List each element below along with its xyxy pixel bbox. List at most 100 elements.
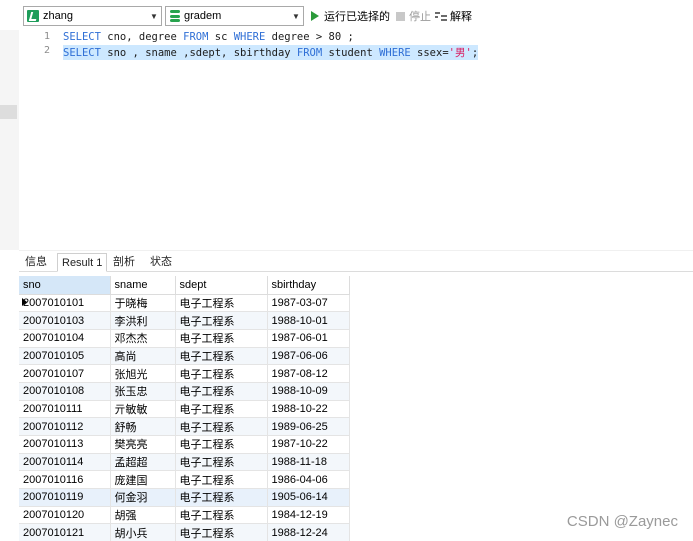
cell-sno[interactable]: 2007010104 <box>19 329 111 348</box>
cell-sdept[interactable]: 电子工程系 <box>175 506 268 525</box>
cell-sdept[interactable]: 电子工程系 <box>175 347 268 366</box>
stop-label: 停止 <box>409 11 431 23</box>
line-number: 2 <box>43 45 50 56</box>
cell-sdept[interactable]: 电子工程系 <box>175 417 268 436</box>
column-header-sdept[interactable]: sdept <box>175 276 268 295</box>
sql-text: ssex= <box>410 47 449 59</box>
code-line[interactable]: SELECT cno, degree FROM sc WHERE degree … <box>63 31 354 43</box>
cell-sdept[interactable]: 电子工程系 <box>175 382 268 401</box>
cell-sbirthday[interactable]: 1987-06-06 <box>267 347 350 366</box>
sql-keyword: FROM <box>183 31 209 43</box>
cell-sbirthday[interactable]: 1987-08-12 <box>267 364 350 383</box>
table-row[interactable]: 2007010119 何金羽 电子工程系 1905-06-14 <box>19 488 350 507</box>
cell-sname[interactable]: 张玉忠 <box>110 382 176 401</box>
cell-sbirthday[interactable]: 1989-06-25 <box>267 417 350 436</box>
run-selected-button[interactable]: 运行已选择的 <box>311 8 390 24</box>
cell-sno[interactable]: 2007010114 <box>19 453 111 472</box>
cell-sname[interactable]: 舒畅 <box>110 417 176 436</box>
cell-sdept[interactable]: 电子工程系 <box>175 400 268 419</box>
cell-sdept[interactable]: 电子工程系 <box>175 523 268 541</box>
sql-keyword: SELECT <box>63 47 101 59</box>
sql-text: 80 <box>328 31 342 43</box>
cell-sno[interactable]: 2007010112 <box>19 417 111 436</box>
cell-sdept[interactable]: 电子工程系 <box>175 435 268 454</box>
cell-sbirthday[interactable]: 1987-10-22 <box>267 435 350 454</box>
cell-sbirthday[interactable]: 1987-06-01 <box>267 329 350 348</box>
cell-sno[interactable]: 2007010113 <box>19 435 111 454</box>
cell-sname[interactable]: 高尚 <box>110 347 176 366</box>
cell-sname[interactable]: 李洪利 <box>110 311 176 330</box>
cell-sname[interactable]: 亓敏敏 <box>110 400 176 419</box>
cell-sbirthday[interactable]: 1987-03-07 <box>267 294 350 313</box>
explain-button[interactable]: 解释 <box>435 8 472 24</box>
table-row[interactable]: 2007010104 邓杰杰 电子工程系 1987-06-01 <box>19 329 350 348</box>
cell-sno[interactable]: 2007010111 <box>19 400 111 419</box>
cell-sname[interactable]: 邓杰杰 <box>110 329 176 348</box>
table-row[interactable]: 2007010111 亓敏敏 电子工程系 1988-10-22 <box>19 400 350 419</box>
sql-text: sc <box>208 31 234 43</box>
table-row[interactable]: 2007010107 张旭光 电子工程系 1987-08-12 <box>19 364 350 383</box>
cell-sdept[interactable]: 电子工程系 <box>175 364 268 383</box>
cell-sno[interactable]: 2007010119 <box>19 488 111 507</box>
table-row[interactable]: 2007010101 于晓梅 电子工程系 1987-03-07 <box>19 294 350 313</box>
cell-sno[interactable]: 2007010120 <box>19 506 111 525</box>
cell-sno[interactable]: 2007010107 <box>19 364 111 383</box>
chevron-down-icon[interactable]: ▼ <box>289 7 303 25</box>
stop-icon <box>396 11 405 21</box>
tab-status[interactable]: 状态 <box>146 253 176 272</box>
table-row[interactable]: 2007010121 胡小兵 电子工程系 1988-12-24 <box>19 523 350 541</box>
column-header-sname[interactable]: sname <box>110 276 176 295</box>
cell-sdept[interactable]: 电子工程系 <box>175 311 268 330</box>
code-line-selected[interactable]: SELECT sno , sname ,sdept, sbirthday FRO… <box>63 45 479 60</box>
stop-button[interactable]: 停止 <box>396 8 431 24</box>
table-row[interactable]: 2007010114 孟超超 电子工程系 1988-11-18 <box>19 453 350 472</box>
cell-sdept[interactable]: 电子工程系 <box>175 453 268 472</box>
column-header-sbirthday[interactable]: sbirthday <box>267 276 350 295</box>
cell-sno[interactable]: 2007010108 <box>19 382 111 401</box>
cell-sbirthday[interactable]: 1984-12-19 <box>267 506 350 525</box>
table-row[interactable]: 2007010112 舒畅 电子工程系 1989-06-25 <box>19 417 350 436</box>
cell-sbirthday[interactable]: 1988-10-09 <box>267 382 350 401</box>
database-select[interactable]: gradem ▼ <box>165 6 304 26</box>
cell-sbirthday[interactable]: 1986-04-06 <box>267 470 350 490</box>
sql-editor[interactable]: 1 SELECT cno, degree FROM sc WHERE degre… <box>19 30 693 254</box>
sql-text: degree > <box>265 31 329 43</box>
table-row[interactable]: 2007010103 李洪利 电子工程系 1988-10-01 <box>19 311 350 330</box>
connection-select[interactable]: zhang ▼ <box>23 6 162 26</box>
cell-sdept[interactable]: 电子工程系 <box>175 488 268 507</box>
cell-sno[interactable]: 2007010121 <box>19 523 111 541</box>
cell-sno[interactable]: 2007010105 <box>19 347 111 366</box>
cell-sbirthday[interactable]: 1988-12-24 <box>267 523 350 541</box>
sql-text: ; <box>471 47 479 59</box>
cell-sbirthday[interactable]: 1988-10-22 <box>267 400 350 419</box>
table-row[interactable]: 2007010108 张玉忠 电子工程系 1988-10-09 <box>19 382 350 401</box>
table-row[interactable]: 2007010120 胡强 电子工程系 1984-12-19 <box>19 506 350 525</box>
cell-sbirthday[interactable]: 1988-11-18 <box>267 453 350 472</box>
chevron-down-icon[interactable]: ▼ <box>147 7 161 25</box>
cell-sno[interactable]: 2007010101 <box>19 294 111 313</box>
tab-result-1[interactable]: Result 1 <box>57 253 108 272</box>
cell-sname[interactable]: 庞建国 <box>110 470 176 490</box>
cell-sno[interactable]: 2007010103 <box>19 311 111 330</box>
cell-sbirthday[interactable]: 1905-06-14 <box>267 488 350 507</box>
cell-sname[interactable]: 樊亮亮 <box>110 435 176 454</box>
table-row[interactable]: 2007010116 庞建国 电子工程系 1986-04-06 <box>19 470 350 490</box>
cell-sdept[interactable]: 电子工程系 <box>175 329 268 348</box>
cell-sname[interactable]: 胡强 <box>110 506 176 525</box>
tab-info[interactable]: 信息 <box>21 253 51 272</box>
cell-sdept[interactable]: 电子工程系 <box>175 470 268 490</box>
column-header-sno[interactable]: sno <box>19 276 111 295</box>
cell-sdept[interactable]: 电子工程系 <box>175 294 268 313</box>
cell-sname[interactable]: 胡小兵 <box>110 523 176 541</box>
cell-sbirthday[interactable]: 1988-10-01 <box>267 311 350 330</box>
cell-sno[interactable]: 2007010116 <box>19 470 111 490</box>
table-row[interactable]: 2007010105 高尚 电子工程系 1987-06-06 <box>19 347 350 366</box>
cell-sname[interactable]: 孟超超 <box>110 453 176 472</box>
cell-sname[interactable]: 张旭光 <box>110 364 176 383</box>
tab-profile[interactable]: 剖析 <box>109 253 139 272</box>
sql-keyword: FROM <box>296 47 323 59</box>
cell-sname[interactable]: 何金羽 <box>110 488 176 507</box>
table-row[interactable]: 2007010113 樊亮亮 电子工程系 1987-10-22 <box>19 435 350 454</box>
result-grid: sno sname sdept sbirthday 2007010101 于晓梅电… <box>19 276 359 541</box>
cell-sname[interactable]: 于晓梅 <box>110 294 176 313</box>
